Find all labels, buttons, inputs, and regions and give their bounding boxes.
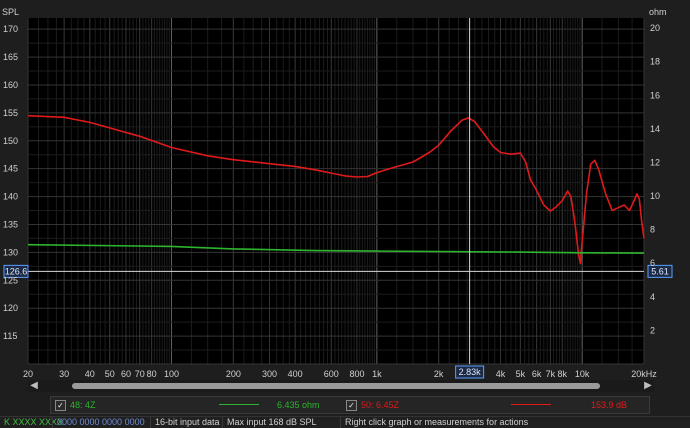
legend-swatch-50 xyxy=(511,404,551,405)
legend-name-48: 48: 4Z xyxy=(70,400,96,410)
left-tick-label: 150 xyxy=(3,136,18,146)
x-tick-label: 200 xyxy=(226,369,241,379)
left-tick-label: 115 xyxy=(3,331,17,341)
status-hint: Right click graph or measurements for ac… xyxy=(340,417,690,428)
right-tick-label: 12 xyxy=(650,157,660,167)
legend-item-50[interactable]: ✓ 50: 6.45Z xyxy=(346,397,399,413)
x-tick-label: 1k xyxy=(372,369,382,379)
left-tick-label: 125 xyxy=(3,275,18,285)
legend-value-48: 6.435 ohm xyxy=(277,400,320,410)
x-tick-label: 40 xyxy=(85,369,95,379)
left-axis-label: SPL xyxy=(2,7,19,17)
left-tick-label: 165 xyxy=(3,52,18,62)
x-tick-label: 70 xyxy=(135,369,145,379)
left-tick-label: 170 xyxy=(3,24,18,34)
legend-checkbox-50[interactable]: ✓ xyxy=(346,399,357,411)
x-tick-label: 10k xyxy=(575,369,590,379)
cursor-freq-label: 2.83k xyxy=(459,367,482,377)
x-tick-label: 2k xyxy=(434,369,444,379)
x-tick-label: 7k xyxy=(546,369,556,379)
right-tick-label: 6 xyxy=(650,258,655,268)
right-tick-label: 18 xyxy=(650,57,660,67)
x-tick-label: 6k xyxy=(532,369,542,379)
left-tick-label: 135 xyxy=(3,219,18,229)
x-tick-label: 60 xyxy=(121,369,131,379)
left-tick-label: 130 xyxy=(3,247,18,257)
status-input-bits: 16-bit input data xyxy=(150,417,220,428)
horizontal-scrollbar[interactable]: ◀ ▶ xyxy=(28,380,654,392)
x-tick-label: 100 xyxy=(164,369,179,379)
right-tick-label: 14 xyxy=(650,124,660,134)
x-tick-label: 20 xyxy=(23,369,33,379)
legend-swatch-48 xyxy=(219,404,259,405)
right-tick-label: 4 xyxy=(650,292,655,302)
x-tick-label: 300 xyxy=(262,369,277,379)
status-max-input: Max input 168 dB SPL xyxy=(222,417,332,428)
left-tick-label: 155 xyxy=(3,108,18,118)
x-tick-label: 8k xyxy=(558,369,568,379)
status-levels: 0000 0000 0000 0000 xyxy=(52,417,148,428)
right-tick-label: 2 xyxy=(650,325,655,335)
x-tick-label: 50 xyxy=(105,369,115,379)
legend-item-48[interactable]: ✓ 48: 4Z xyxy=(55,397,96,413)
x-tick-label: 400 xyxy=(288,369,303,379)
frequency-response-chart[interactable]: 2.83k126.6 5.61 20 30 40 50 60 70 80 100 200 300 40… xyxy=(0,0,690,380)
legend-checkbox-48[interactable]: ✓ xyxy=(55,399,66,411)
x-tick-label: 5k xyxy=(516,369,526,379)
right-axis-label: ohm xyxy=(649,7,667,17)
status-bar: K XXXX XXXX 0000 0000 0000 0000 16-bit i… xyxy=(0,416,690,428)
x-tick-label: 4k xyxy=(496,369,506,379)
left-tick-label: 120 xyxy=(3,303,18,313)
x-tick-label: 80 xyxy=(147,369,157,379)
left-tick-label: 140 xyxy=(3,192,18,202)
app-window: 2.83k 126.6 5.61 20 30 40 50 60 70 80 100 200 300 40… xyxy=(0,0,690,428)
right-tick-label: 8 xyxy=(650,225,655,235)
left-tick-label: 160 xyxy=(3,80,18,90)
x-tick-label: 20kHz xyxy=(631,369,657,379)
right-tick-label: 16 xyxy=(650,90,660,100)
status-device: K XXXX XXXX xyxy=(4,417,64,427)
measurement-legend: ✓ 48: 4Z 6.435 ohm ✓ 50: 6.45Z 153.9 dB xyxy=(50,396,650,414)
legend-name-50: 50: 6.45Z xyxy=(361,400,400,410)
scroll-thumb[interactable] xyxy=(72,383,600,389)
legend-value-50: 153.9 dB xyxy=(591,400,628,410)
scroll-left-arrow-icon[interactable]: ◀ xyxy=(28,380,40,392)
right-tick-label: 20 xyxy=(650,23,660,33)
plot-area[interactable] xyxy=(28,18,644,364)
x-tick-label: 800 xyxy=(349,369,364,379)
left-tick-label: 145 xyxy=(3,164,18,174)
right-tick-label: 10 xyxy=(650,191,660,201)
x-tick-label: 30 xyxy=(59,369,69,379)
scroll-right-arrow-icon[interactable]: ▶ xyxy=(642,380,654,392)
x-tick-label: 600 xyxy=(324,369,339,379)
